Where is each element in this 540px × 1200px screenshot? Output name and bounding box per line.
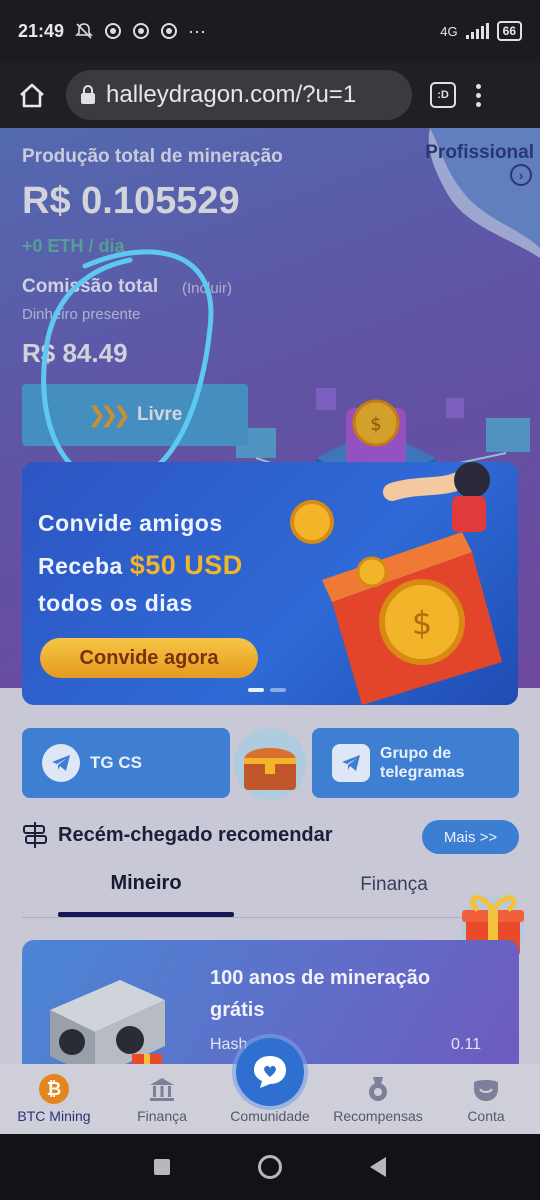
invite-line-1: Convide amigos <box>38 510 223 536</box>
chat-heart-icon <box>254 1056 286 1088</box>
tab-switcher-button[interactable]: :D <box>430 82 456 108</box>
chrome-icon <box>133 23 150 39</box>
signal-icon <box>465 23 489 39</box>
miner-title: 100 anos de mineração grátis <box>210 967 431 1021</box>
invite-banner[interactable]: $ Convide amigos Receba $50 USD todos os… <box>22 462 518 705</box>
telegram-support-button[interactable]: TG CS <box>22 728 230 798</box>
more-notifications-icon: ··· <box>188 20 207 41</box>
invite-line-2: Receba $50 USD <box>38 550 243 581</box>
chrome-icon <box>161 23 178 39</box>
telegram-icon <box>332 744 370 782</box>
invite-reward-amount: $50 USD <box>129 550 243 580</box>
treasure-chest-icon[interactable] <box>232 726 308 802</box>
carousel-indicator[interactable] <box>248 688 286 692</box>
invite-line-3: todos os dias <box>38 590 193 616</box>
browser-menu-button[interactable] <box>476 83 481 107</box>
svg-text:$: $ <box>412 604 432 642</box>
recent-apps-button[interactable] <box>154 1159 170 1175</box>
battery-icon: 66 <box>496 21 522 41</box>
home-button[interactable] <box>12 75 52 115</box>
bitcoin-icon: ₿ <box>39 1074 69 1104</box>
more-button[interactable]: Mais >> <box>422 820 519 854</box>
telegram-support-label: TG CS <box>90 753 142 772</box>
nav-label: Conta <box>467 1108 505 1124</box>
browser-toolbar: halleydragon.com/?u=1 :D <box>0 62 540 128</box>
home-icon <box>20 83 44 108</box>
home-system-button[interactable] <box>258 1155 282 1179</box>
invite-line-2-prefix: Receba <box>38 553 123 579</box>
user-icon <box>474 1080 498 1101</box>
nav-finance[interactable]: Finança <box>108 1064 216 1134</box>
treasure-chest-illustration: $ <box>290 462 502 705</box>
url-text: halleydragon.com/?u=1 <box>106 81 357 108</box>
telegram-group-label: Grupo de telegramas <box>380 744 465 781</box>
mute-notification-icon <box>75 23 93 39</box>
status-bar: 21:49 ··· 4G 66 <box>0 0 540 62</box>
telegram-group-button[interactable]: Grupo de telegramas <box>312 728 519 798</box>
highlight-circle-annotation <box>41 249 214 486</box>
web-page: $ Produção total de mineração R$ 0.10552… <box>0 128 540 1134</box>
address-bar[interactable]: halleydragon.com/?u=1 <box>66 70 412 120</box>
chrome-icon <box>105 23 122 39</box>
invite-now-button[interactable]: Convide agora <box>40 638 258 678</box>
nav-account[interactable]: Conta <box>432 1064 540 1134</box>
signpost-icon <box>23 822 47 848</box>
tab-divider <box>22 917 518 918</box>
nav-label: Comunidade <box>230 1108 310 1124</box>
nav-btc-mining[interactable]: ₿ BTC Mining <box>0 1064 108 1134</box>
nav-rewards[interactable]: Recompensas <box>324 1064 432 1134</box>
nav-label: BTC Mining <box>17 1108 91 1124</box>
recommend-title: Recém-chegado recomendar <box>58 823 333 846</box>
nav-label: Recompensas <box>333 1108 423 1124</box>
lock-icon <box>81 85 95 104</box>
back-button[interactable] <box>370 1157 386 1177</box>
tab-miner[interactable]: Mineiro <box>58 872 234 895</box>
community-fab-button[interactable] <box>236 1038 304 1106</box>
medal-icon <box>369 1077 387 1101</box>
tab-finance[interactable]: Finança <box>324 874 464 896</box>
system-navigation-bar <box>0 1134 540 1200</box>
network-type: 4G <box>440 23 458 39</box>
hash-value: 0.11 <box>451 1036 481 1053</box>
status-time: 21:49 <box>18 20 65 41</box>
telegram-icon <box>42 744 80 782</box>
nav-label: Finança <box>137 1108 187 1124</box>
bank-icon <box>150 1078 174 1101</box>
recommend-header: Recém-chegado recomendar <box>22 822 333 848</box>
